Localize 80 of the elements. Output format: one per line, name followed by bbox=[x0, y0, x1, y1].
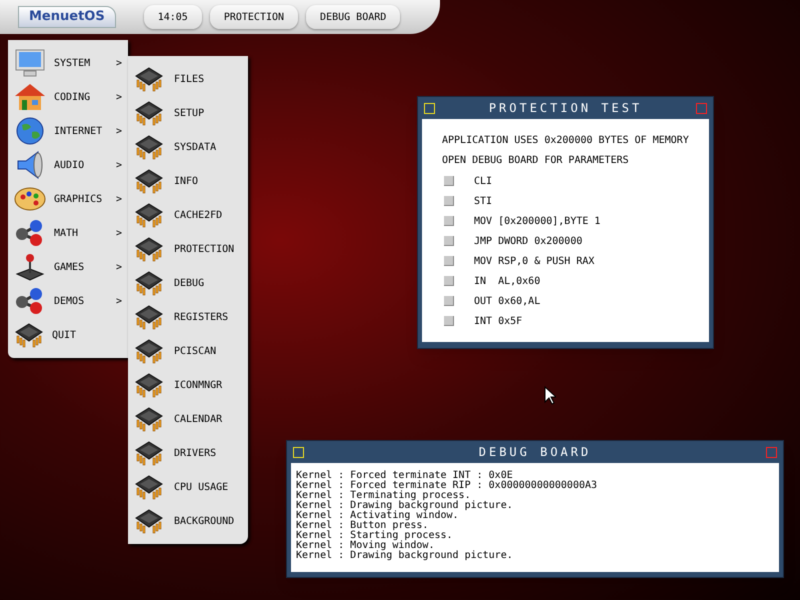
chip-icon bbox=[134, 440, 164, 466]
chip-icon bbox=[134, 270, 164, 296]
menu-item[interactable]: CODING > bbox=[8, 80, 128, 114]
menu-item[interactable]: CACHE2FD bbox=[128, 198, 248, 232]
minimize-button[interactable] bbox=[293, 446, 304, 458]
close-button[interactable] bbox=[696, 102, 707, 114]
menu-item[interactable]: REGISTERS bbox=[128, 300, 248, 334]
option-label: INT 0x5F bbox=[474, 314, 522, 328]
log-line: Kernel : Starting process. bbox=[296, 531, 454, 541]
log-line: Kernel : Activating window. bbox=[296, 511, 460, 521]
arrow-icon: > bbox=[116, 124, 122, 138]
arrow-icon: > bbox=[116, 158, 122, 172]
arrow-icon: > bbox=[116, 56, 122, 70]
chip-icon bbox=[134, 338, 164, 364]
chip-icon bbox=[134, 474, 164, 500]
menu-item[interactable]: CPU USAGE bbox=[128, 470, 248, 504]
logo-button[interactable]: MenuetOS bbox=[18, 6, 116, 28]
chip-icon bbox=[134, 134, 164, 160]
menu-item[interactable]: ICONMNGR bbox=[128, 368, 248, 402]
chip-icon bbox=[14, 322, 44, 348]
menu-item[interactable]: SYSTEM > bbox=[8, 46, 128, 80]
menu-item[interactable]: PCISCAN bbox=[128, 334, 248, 368]
menu-item[interactable]: SYSDATA bbox=[128, 130, 248, 164]
menu-item[interactable]: SETUP bbox=[128, 96, 248, 130]
option-label: OUT 0x60,AL bbox=[474, 294, 540, 308]
arrow-icon: > bbox=[116, 294, 122, 308]
taskbar-button[interactable]: PROTECTION bbox=[210, 5, 298, 29]
house-icon bbox=[14, 82, 46, 112]
monitor-icon bbox=[14, 48, 46, 78]
globe-icon bbox=[14, 116, 46, 146]
info-text: APPLICATION USES 0x200000 BYTES OF MEMORY bbox=[442, 134, 690, 148]
menu-item[interactable]: PROTECTION bbox=[128, 232, 248, 266]
arrow-icon: > bbox=[116, 192, 122, 206]
chip-icon bbox=[134, 372, 164, 398]
menu-item[interactable]: GRAPHICS > bbox=[8, 182, 128, 216]
joystick-icon bbox=[14, 252, 46, 282]
chip-icon bbox=[134, 66, 164, 92]
option-label: IN AL,0x60 bbox=[474, 274, 540, 288]
option-label: CLI bbox=[474, 174, 492, 188]
log-line: Kernel : Forced terminate RIP : 0x00000000000000A3 bbox=[296, 481, 598, 491]
window-title: PROTECTION TEST bbox=[488, 100, 642, 117]
chip-icon bbox=[134, 168, 164, 194]
arrow-icon: > bbox=[116, 260, 122, 274]
log-line: Kernel : Moving window. bbox=[296, 541, 434, 551]
log-line: Kernel : Terminating process. bbox=[296, 491, 471, 501]
arrow-icon: > bbox=[116, 90, 122, 104]
menu-item[interactable]: DEBUG bbox=[128, 266, 248, 300]
window-title: DEBUG BOARD bbox=[478, 444, 592, 461]
chip-icon bbox=[134, 236, 164, 262]
log-line: Kernel : Forced terminate INT : 0x0E bbox=[296, 471, 513, 481]
menu-item[interactable]: DRIVERS bbox=[128, 436, 248, 470]
menu-item[interactable]: BACKGROUND bbox=[128, 504, 248, 538]
menu-item[interactable]: FILES bbox=[128, 62, 248, 96]
mouse-pointer-icon bbox=[544, 386, 556, 405]
menu-item[interactable]: QUIT bbox=[8, 318, 128, 352]
menu-item[interactable]: GAMES > bbox=[8, 250, 128, 284]
log-line: Kernel : Drawing background picture. bbox=[296, 551, 514, 561]
menu-item[interactable]: DEMOS > bbox=[8, 284, 128, 318]
menu-item[interactable]: CALENDAR bbox=[128, 402, 248, 436]
log-line: Kernel : Drawing background picture. bbox=[296, 501, 514, 511]
chip-icon bbox=[134, 202, 164, 228]
log-line: Kernel : Button press. bbox=[296, 521, 430, 531]
taskbar-button[interactable]: 14:05 bbox=[144, 5, 202, 29]
option-label: STI bbox=[474, 194, 492, 208]
menu-item[interactable]: INFO bbox=[128, 164, 248, 198]
menu-item[interactable]: MATH > bbox=[8, 216, 128, 250]
menu-item[interactable]: INTERNET > bbox=[8, 114, 128, 148]
menu-item[interactable]: AUDIO > bbox=[8, 148, 128, 182]
taskbar-button[interactable]: DEBUG BOARD bbox=[306, 5, 400, 29]
minimize-button[interactable] bbox=[424, 102, 435, 114]
option-label: MOV [0x200000],BYTE 1 bbox=[474, 214, 600, 228]
option-label: JMP DWORD 0x200000 bbox=[474, 234, 582, 248]
chip-icon bbox=[134, 304, 164, 330]
close-button[interactable] bbox=[766, 446, 777, 458]
arrow-icon: > bbox=[116, 226, 122, 240]
chip-icon bbox=[134, 100, 164, 126]
chip-icon bbox=[134, 406, 164, 432]
option-label: MOV RSP,0 & PUSH RAX bbox=[474, 254, 594, 268]
info-text: OPEN DEBUG BOARD FOR PARAMETERS bbox=[442, 154, 630, 168]
chip-icon bbox=[134, 508, 164, 534]
